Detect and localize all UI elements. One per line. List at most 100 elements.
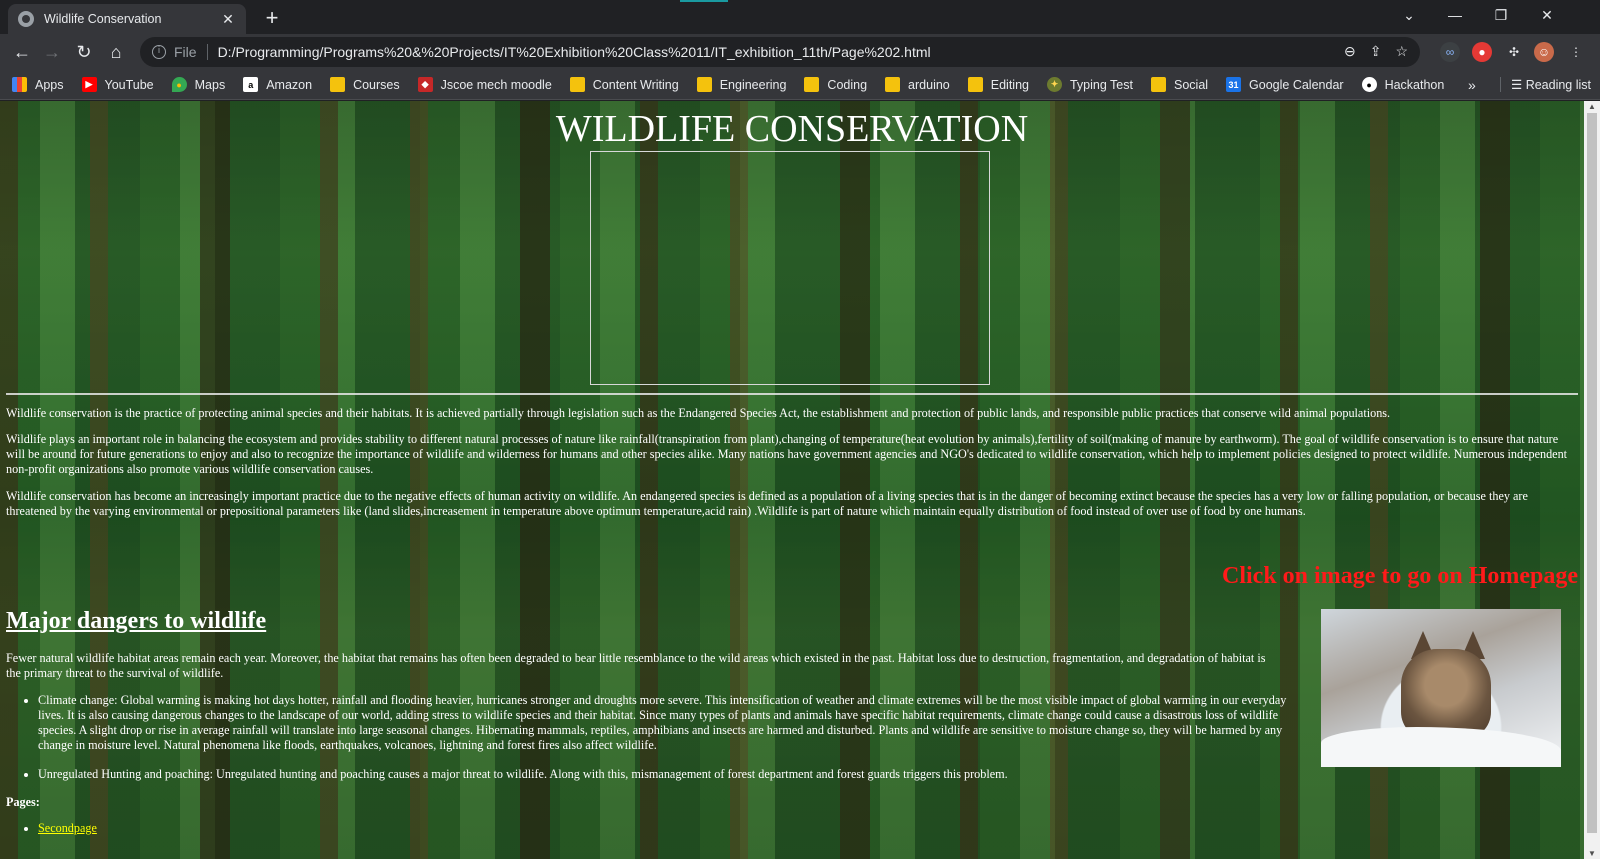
browser-toolbar: ← → ↻ ⌂ i File D:/Programming/Programs%2… [0,34,1600,70]
active-tab[interactable]: Wildlife Conservation ✕ [8,4,246,34]
bookmark-label: Social [1174,77,1209,92]
bookmark-label: Hackathon [1384,77,1445,92]
site-info-icon[interactable]: i [152,45,166,59]
bookmark-label: YouTube [104,77,154,92]
bookmark-social[interactable]: Social [1151,77,1208,92]
bookmark-label: Apps [35,77,64,92]
horizontal-rule [6,393,1578,395]
bookmark-engineering[interactable]: Engineering [696,77,787,92]
bookmark-apps[interactable]: Apps [12,77,64,92]
menu-kebab-icon[interactable]: ⋮ [1566,42,1586,62]
reload-button[interactable]: ↻ [70,38,98,66]
bookmark-typing-test[interactable]: ✦ Typing Test [1046,77,1133,92]
bookmark-google-calendar[interactable]: 31 Google Calendar [1226,77,1344,92]
embedded-frame[interactable] [590,151,990,385]
bookmark-label: Jscoe mech moodle [440,77,552,92]
tab-strip-accent [680,0,728,2]
extension-record-icon[interactable]: ● [1472,42,1492,62]
tab-search-icon[interactable]: ⌄ [1386,0,1432,30]
bookmark-label: Coding [827,77,868,92]
bookmark-amazon[interactable]: a Amazon [243,77,312,92]
vertical-scrollbar[interactable]: ▲ ▼ [1584,101,1600,859]
bookmark-label: Courses [353,77,400,92]
dangers-intro: Fewer natural wildlife habitat areas rem… [6,651,1266,680]
bookmark-youtube[interactable]: ▶ YouTube [81,77,154,92]
bookmark-label: Amazon [266,77,313,92]
list-item: Secondpage [38,821,97,836]
intro-paragraph: Wildlife conservation is the practice of… [6,406,1391,420]
extension-icon[interactable]: ∞ [1440,42,1460,62]
zoom-icon[interactable]: ⊖ [1344,43,1356,60]
bookmark-label: arduino [908,77,950,92]
bookmark-star-icon[interactable]: ☆ [1395,43,1408,60]
youtube-icon: ▶ [81,77,97,92]
importance-paragraph: Wildlife plays an important role in bala… [6,432,1568,476]
page-title: WILDLIFE CONSERVATION [555,108,1029,150]
endangered-paragraph: Wildlife conservation has become an incr… [6,489,1528,518]
bookmark-maps[interactable]: ● Maps [171,77,226,92]
restore-button[interactable]: ❐ [1478,0,1524,30]
homepage-hint: Click on image to go on Homepage [1222,563,1578,589]
snow-ground [1321,727,1561,767]
folder-icon [330,77,346,92]
reading-list-button[interactable]: ☰ Reading list [1500,77,1591,92]
list-item: Climate change: Global warming is making… [38,693,1308,753]
folder-icon [1151,77,1166,92]
calendar-icon: 31 [1226,77,1242,92]
bookmark-coding[interactable]: Coding [804,77,867,92]
forward-button[interactable]: → [38,38,66,66]
url-text[interactable]: D:/Programming/Programs%20&%20Projects/I… [218,44,931,60]
profile-avatar[interactable]: ☺ [1534,42,1554,62]
hackathon-icon: ● [1361,77,1377,92]
folder-icon [967,77,983,92]
secondpage-link[interactable]: Secondpage [38,821,97,835]
omnibox-actions: ⊖ ⇪ ☆ [1344,43,1408,60]
pages-label: Pages: [6,795,40,809]
bookmark-jscoe[interactable]: ◆ Jscoe mech moodle [417,77,552,92]
moodle-icon: ◆ [417,77,433,92]
reading-list-label: Reading list [1525,78,1592,92]
folder-icon [696,77,712,92]
bookmark-label: Content Writing [592,77,679,92]
bookmark-editing[interactable]: Editing [967,77,1029,92]
pages-list: Secondpage [38,821,97,836]
bookmark-courses[interactable]: Courses [330,77,400,92]
reading-list-icon: ☰ [1511,78,1526,92]
bookmark-label: Typing Test [1069,77,1133,92]
bookmark-label: Maps [194,77,226,92]
scrollbar-thumb[interactable] [1587,113,1597,833]
extensions-puzzle-icon[interactable]: ✣ [1504,42,1524,62]
minimize-button[interactable]: — [1432,0,1478,30]
scheme-label: File [174,44,208,60]
tab-strip: Wildlife Conservation ✕ + ⌄ — ❐ ✕ [0,0,1600,34]
bookmark-label: Editing [990,77,1029,92]
bookmark-label: Google Calendar [1249,77,1344,92]
wolf-image-home-link[interactable] [1321,609,1561,767]
bookmarks-overflow-icon[interactable]: » [1468,77,1476,93]
page-viewport: WILDLIFE CONSERVATION Wildlife conservat… [0,101,1584,859]
tab-title: Wildlife Conservation [44,12,162,26]
dangers-heading: Major dangers to wildlife [6,608,267,634]
tab-close-icon[interactable]: ✕ [220,11,236,28]
list-item: Unregulated Hunting and poaching: Unregu… [38,767,1308,782]
bookmarks-bar: Apps ▶ YouTube ● Maps a Amazon Courses ◆ Jsc… [0,70,1600,100]
share-icon[interactable]: ⇪ [1370,43,1382,60]
apps-grid-icon [12,77,27,92]
globe-icon [18,11,34,27]
bookmark-hackathon[interactable]: ● Hackathon [1361,77,1445,92]
bookmark-content-writing[interactable]: Content Writing [569,77,679,92]
home-button[interactable]: ⌂ [102,38,130,66]
folder-icon [569,77,585,92]
bookmark-label: Engineering [719,77,787,92]
back-button[interactable]: ← [8,38,36,66]
address-bar[interactable]: i File D:/Programming/Programs%20&%20Pro… [140,37,1420,67]
close-window-button[interactable]: ✕ [1524,0,1570,30]
dangers-list: Climate change: Global warming is making… [38,693,1308,796]
new-tab-button[interactable]: + [258,4,286,32]
amazon-icon: a [243,77,259,92]
scroll-up-icon[interactable]: ▲ [1584,102,1600,111]
scroll-down-icon[interactable]: ▼ [1584,849,1600,858]
wolf-figure [1401,649,1491,739]
maps-icon: ● [171,77,187,92]
bookmark-arduino[interactable]: arduino [885,77,950,92]
